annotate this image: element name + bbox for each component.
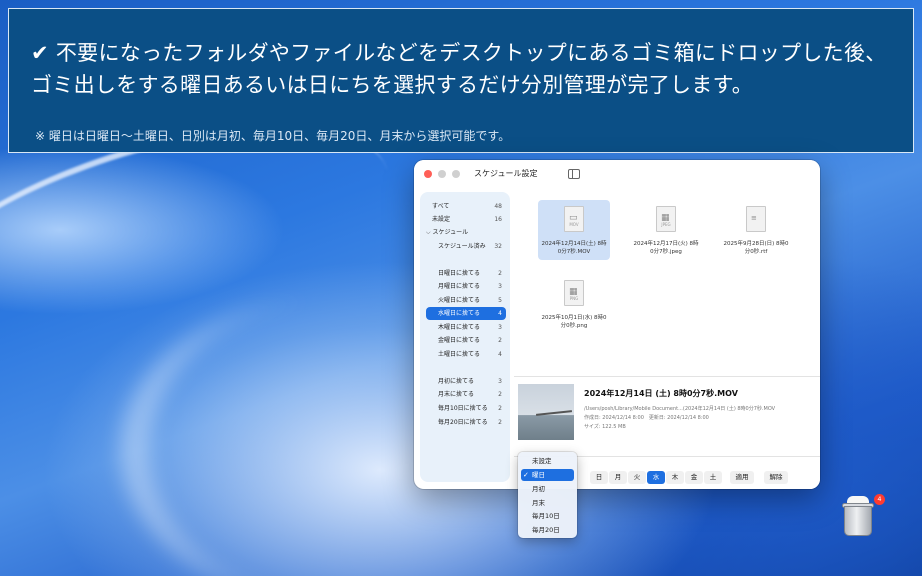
schedule-type-menu: 未設定 ✓ 曜日 月初 月末 毎月10日 毎月20日 — [518, 452, 577, 538]
file-item[interactable]: ≡ 2025年9月28日(日) 8時0分0秒.rtf — [720, 200, 792, 260]
file-item[interactable]: ▭ MOV 2024年12月14日(土) 8時0分7秒.MOV — [538, 200, 610, 260]
sidebar-item-label: 日曜日に捨てる — [438, 270, 481, 277]
sidebar-item-count: 4 — [498, 351, 502, 358]
image-icon: ▦ JPEG — [656, 206, 676, 232]
sidebar-item-label: 未設定 — [432, 216, 451, 223]
sidebar-item-label: スケジュール — [432, 229, 469, 236]
sidebar-item-saturday[interactable]: 土曜日に捨てる 4 — [426, 348, 506, 361]
sidebar-item-all[interactable]: すべて 48 — [426, 200, 506, 213]
sidebar-item-thursday[interactable]: 木曜日に捨てる 3 — [426, 321, 506, 334]
sidebar-toggle-icon[interactable] — [568, 169, 580, 179]
minimize-button[interactable] — [438, 170, 446, 178]
apply-button[interactable]: 適用 — [730, 471, 754, 484]
sidebar-item-tuesday[interactable]: 火曜日に捨てる 5 — [426, 294, 506, 307]
schedule-window: スケジュール設定 すべて 48 未設定 16 ⌵ スケジュール スケジュール済み… — [414, 160, 820, 489]
file-name: 2024年12月17日(火) 8時0分7秒.jpeg — [633, 241, 699, 255]
file-item[interactable]: ▦ JPEG 2024年12月17日(火) 8時0分7秒.jpeg — [630, 200, 702, 260]
divider — [514, 376, 820, 377]
weekday-mon[interactable]: 月 — [609, 471, 627, 484]
sidebar-item-label: 水曜日に捨てる — [438, 310, 481, 317]
sidebar-item-sunday[interactable]: 日曜日に捨てる 2 — [426, 267, 506, 280]
sidebar-item-count: 32 — [494, 243, 502, 250]
sidebar-item-count: 2 — [498, 391, 502, 398]
file-browser: ▭ MOV 2024年12月14日(土) 8時0分7秒.MOV ▦ JPEG 202… — [514, 188, 820, 489]
cancel-button[interactable]: 解除 — [764, 471, 788, 484]
sidebar-item-count: 3 — [498, 378, 502, 385]
sidebar-item-label: 毎月20日に捨てる — [438, 419, 488, 426]
weekday-sat[interactable]: 土 — [704, 471, 722, 484]
file-name: 2024年12月14日(土) 8時0分7秒.MOV — [541, 241, 607, 255]
sidebar-item-friday[interactable]: 金曜日に捨てる 2 — [426, 334, 506, 347]
sidebar-item-count: 2 — [498, 405, 502, 412]
document-icon: ≡ — [746, 206, 766, 232]
sidebar-item-monday[interactable]: 月曜日に捨てる 3 — [426, 280, 506, 293]
checkmark-icon: ✓ — [523, 471, 529, 479]
file-item[interactable]: ▦ PNG 2025年10月1日(水) 8時0分0秒.png — [538, 274, 610, 334]
weekday-tue[interactable]: 火 — [628, 471, 646, 484]
sidebar-item-month-start[interactable]: 月初に捨てる 3 — [426, 375, 506, 388]
sidebar-item-count: 2 — [498, 270, 502, 277]
menu-item-day-20[interactable]: 毎月20日 — [521, 524, 574, 536]
weekday-wed[interactable]: 水 — [647, 471, 665, 484]
banner-headline: ✔ 不要になったフォルダやファイルなどをデスクトップにあるゴミ箱にドロップした後… — [31, 41, 887, 97]
trash-icon[interactable] — [841, 496, 875, 538]
sidebar-item-count: 3 — [498, 283, 502, 290]
weekday-thu[interactable]: 木 — [666, 471, 684, 484]
sidebar-item-label: 木曜日に捨てる — [438, 324, 481, 331]
sidebar-item-label: スケジュール済み — [438, 243, 486, 250]
sidebar-item-label: 月末に捨てる — [438, 391, 475, 398]
menu-item-weekday[interactable]: ✓ 曜日 — [521, 469, 574, 481]
sidebar-item-count: 2 — [498, 337, 502, 344]
promo-banner: ✔ 不要になったフォルダやファイルなどをデスクトップにあるゴミ箱にドロップした後… — [8, 8, 914, 153]
sidebar-item-day-10[interactable]: 毎月10日に捨てる 2 — [426, 402, 506, 415]
close-button[interactable] — [424, 170, 432, 178]
sidebar-item-unset[interactable]: 未設定 16 — [426, 213, 506, 226]
sidebar-item-count: 4 — [498, 310, 502, 317]
sidebar-item-label: すべて — [432, 203, 450, 210]
sidebar-item-count: 16 — [494, 216, 502, 223]
sidebar-item-label: 月初に捨てる — [438, 378, 475, 385]
sidebar-item-label: 火曜日に捨てる — [438, 297, 481, 304]
chevron-down-icon[interactable]: ⌵ — [426, 229, 431, 236]
sidebar-item-wednesday[interactable]: 水曜日に捨てる 4 — [426, 307, 506, 320]
sidebar-item-label: 土曜日に捨てる — [438, 351, 481, 358]
menu-item-day-10[interactable]: 毎月10日 — [521, 510, 574, 522]
sidebar-item-label: 月曜日に捨てる — [438, 283, 481, 290]
sidebar-item-label: 毎月10日に捨てる — [438, 405, 488, 412]
preview-path: /Users/posh/Library/Mobile Document...(2… — [584, 406, 776, 412]
sidebar-item-count: 3 — [498, 324, 502, 331]
menu-item-month-end[interactable]: 月末 — [521, 497, 574, 509]
sidebar-item-count: 5 — [498, 297, 502, 304]
preview-thumbnail — [518, 384, 574, 440]
video-icon: ▭ MOV — [564, 206, 584, 232]
preview-size: サイズ: 122.5 MB — [584, 424, 626, 430]
weekday-fri[interactable]: 金 — [685, 471, 703, 484]
title-bar[interactable]: スケジュール設定 — [414, 160, 820, 188]
window-title: スケジュール設定 — [474, 169, 538, 178]
sidebar-item-month-end[interactable]: 月末に捨てる 2 — [426, 388, 506, 401]
sidebar-item-count: 48 — [494, 203, 502, 210]
sidebar-item-label: 金曜日に捨てる — [438, 337, 481, 344]
preview-dates: 作成日: 2024/12/14 8:00 更新日: 2024/12/14 8:0… — [584, 415, 709, 421]
sidebar: すべて 48 未設定 16 ⌵ スケジュール スケジュール済み 32 日曜日に捨… — [420, 192, 510, 482]
image-icon: ▦ PNG — [564, 280, 584, 306]
trash-badge: 4 — [874, 494, 885, 505]
banner-note: ※ 曜日は日曜日〜土曜日、日別は月初、毎月10日、毎月20日、月末から選択可能で… — [35, 129, 511, 143]
weekday-sun[interactable]: 日 — [590, 471, 608, 484]
sidebar-item-day-20[interactable]: 毎月20日に捨てる 2 — [426, 416, 506, 429]
zoom-button[interactable] — [452, 170, 460, 178]
preview-title: 2024年12月14日 (土) 8時0分7秒.MOV — [584, 389, 738, 398]
file-name: 2025年10月1日(水) 8時0分0秒.png — [541, 315, 607, 329]
sidebar-item-scheduled[interactable]: スケジュール済み 32 — [426, 240, 506, 253]
sidebar-item-count: 2 — [498, 419, 502, 426]
menu-item-unset[interactable]: 未設定 — [521, 455, 574, 467]
menu-item-month-start[interactable]: 月初 — [521, 483, 574, 495]
sidebar-group-schedule[interactable]: ⌵ スケジュール — [426, 226, 506, 239]
file-name: 2025年9月28日(日) 8時0分0秒.rtf — [723, 241, 789, 255]
